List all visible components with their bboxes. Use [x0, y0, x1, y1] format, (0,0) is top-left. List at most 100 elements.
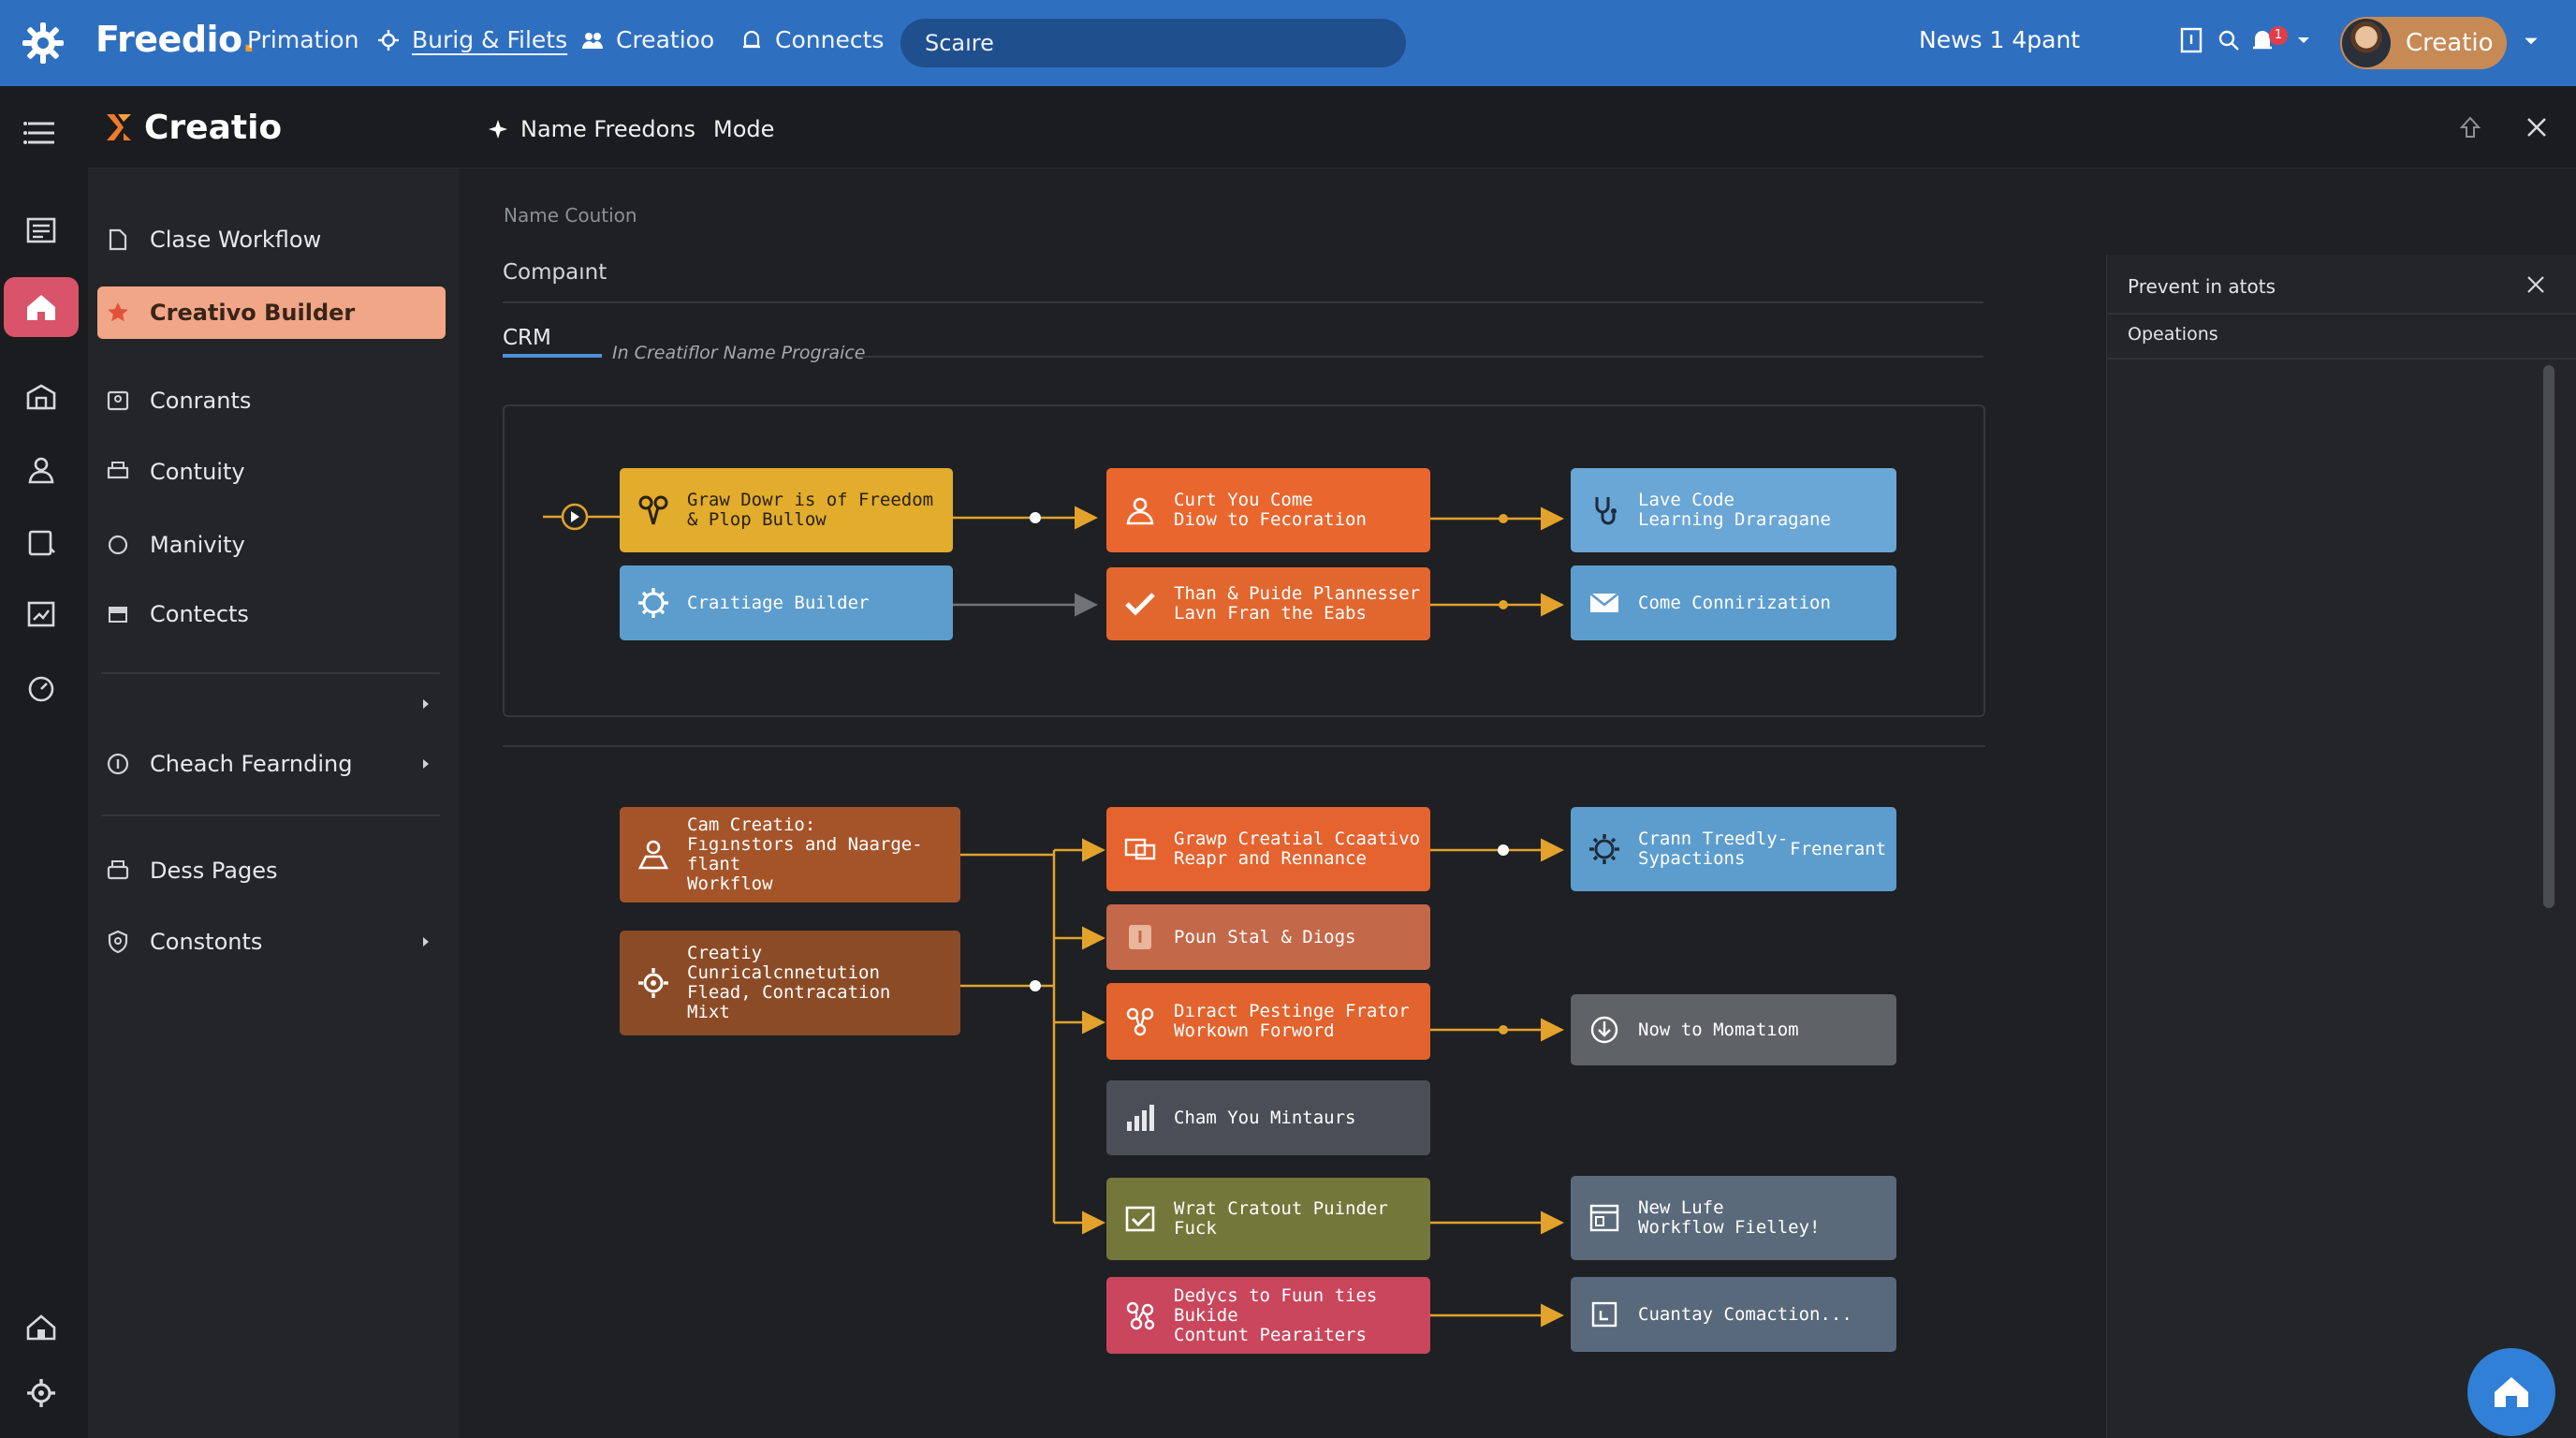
settings-gear-icon[interactable] [22, 1374, 60, 1412]
bell-icon [743, 30, 760, 48]
info-circle-icon [107, 753, 129, 775]
workflow-node-than-puide[interactable]: Than & Puide Plannesser Lavn Fran the Ea… [1106, 567, 1430, 640]
users-icon [582, 32, 603, 49]
workflow-node-graw-dowr[interactable]: Graw Dowr is of Freedom & Plop Bullow [620, 468, 953, 552]
workflow-node-craitiage-builder[interactable]: Craıtiage Builder [620, 565, 953, 640]
news-feed-icon[interactable] [22, 212, 60, 249]
workflow-node-cam-creatio[interactable]: Cam Creatio: Fıgınstors and Naarge-flant… [620, 807, 960, 902]
right-panel: Prevent in atots Opeations [2106, 255, 2576, 1438]
checkbox-icon [1125, 1206, 1155, 1232]
sidebar-divider [101, 814, 440, 816]
sidebar-item-dess-pages[interactable]: Dess Pages [97, 844, 446, 897]
sidebar-item-conrants[interactable]: Conrants [97, 374, 446, 427]
sidebar-item-constonts[interactable]: Constonts [97, 916, 446, 968]
network-icon [1126, 1301, 1155, 1330]
stethoscope-icon [1595, 497, 1617, 525]
chart-board-icon[interactable] [22, 595, 60, 633]
tab-crm[interactable]: CRM [503, 326, 551, 350]
topnav-item-burig-filets[interactable]: Burig & Filets [376, 26, 567, 53]
divider [503, 301, 1983, 303]
workflow-node-grawp-creatial[interactable]: Grawp Creatial Ccaativo Reapr and Rennan… [1106, 807, 1430, 891]
workflow-node-diract-pestinge[interactable]: Dıract Pestinge Frator Workown Forword [1106, 983, 1430, 1060]
section-label[interactable]: Compaınt [503, 260, 607, 285]
form-heading: Name Coution [504, 204, 637, 227]
workflow-node-now-to-momation[interactable]: Now to Momatıom [1571, 994, 1896, 1065]
sidebar-item-clase-workflow[interactable]: Clase Workflow [97, 213, 446, 266]
workflow-node-crann-treedly[interactable]: Crann Treedly- Sypactions Frenerant [1571, 807, 1896, 891]
sidebar-item-creativo-builder[interactable]: Creativo Builder [97, 286, 446, 339]
menu-icon[interactable] [22, 114, 60, 152]
divider [2107, 313, 2576, 315]
notification-badge: 1 [2269, 26, 2288, 45]
gear-icon [378, 29, 399, 51]
sidebar-item-manivity[interactable]: Manivity [97, 519, 446, 571]
user-menu[interactable]: Creatio [2340, 17, 2507, 69]
workflow-node-lave-code[interactable]: Lave Code Learning Draragane [1571, 468, 1896, 552]
tab-mode[interactable]: Mode [713, 116, 774, 142]
close-icon[interactable] [2524, 114, 2550, 140]
chart-icon [1127, 1105, 1154, 1131]
divider [2107, 358, 2576, 360]
user-icon [1126, 497, 1154, 525]
divider [857, 356, 1983, 358]
home-settings-icon[interactable] [22, 1307, 60, 1344]
printer-icon [107, 860, 129, 880]
sidebar-item-cheach-fearnding[interactable]: Cheach Fearnding [97, 738, 446, 790]
workflow-node-creatiy-cunrical[interactable]: Creatiy Cunricalcnnetution Flead, Contra… [620, 931, 960, 1035]
bookmark-icon[interactable] [2177, 26, 2205, 54]
workflow-node-come-connirization[interactable]: Come Connirization [1571, 565, 1896, 640]
sidebar-item-contuity[interactable]: Contuity [97, 446, 446, 498]
star-icon [108, 302, 128, 322]
close-icon[interactable] [2525, 273, 2547, 296]
news-label[interactable]: News 1 4pant [1919, 26, 2080, 53]
workflow-node-cuantay-comaction[interactable]: Cuantay Comaction... [1571, 1277, 1896, 1352]
workflow-node-poun-stal[interactable]: Poun Stal & Diogs [1106, 904, 1430, 970]
gear-icon [638, 588, 668, 618]
topnav-item-creatioo[interactable]: Creatioo [580, 26, 714, 53]
scrollbar[interactable] [2543, 365, 2554, 908]
chevron-down-icon[interactable] [2522, 32, 2540, 51]
workflow-node-new-lufe[interactable]: New Lufe Workflow Fielley! [1571, 1176, 1896, 1260]
caret-right-icon [423, 937, 429, 946]
divider [503, 745, 1985, 747]
pin-icon[interactable] [2456, 114, 2484, 142]
panel-subtitle[interactable]: Opeations [2128, 324, 2218, 345]
page-icon [1589, 1204, 1619, 1232]
creatio-logo-icon[interactable] [103, 110, 137, 144]
topnav-item-connects[interactable]: Connects [739, 26, 884, 53]
search-input[interactable] [900, 19, 1406, 67]
workflow-node-wrat-cratout[interactable]: Wrat Cratout Puinder Fuck [1106, 1178, 1430, 1260]
brand-logo-icon[interactable] [21, 21, 66, 66]
rail-home-button[interactable] [4, 277, 79, 337]
workflow-node-dedycs[interactable]: Dedycs to Fuun ties Bukide Contunt Peara… [1106, 1277, 1430, 1354]
sidebar: Clase Workflow Creativo Builder Conrants… [88, 169, 459, 1438]
workflow-node-cham-you-mintaurs[interactable]: Cham You Mintaurs [1106, 1080, 1430, 1155]
chevron-down-icon[interactable] [2295, 32, 2312, 49]
search-icon[interactable] [2215, 26, 2243, 54]
gear-icon [1589, 834, 1619, 864]
app-name: Creatio [144, 109, 283, 147]
chat-icon [1124, 838, 1156, 860]
tab-name-freedons[interactable]: Name Freedons [487, 116, 695, 142]
home-icon [27, 295, 55, 320]
gauge-icon[interactable] [22, 670, 60, 708]
caret-right-icon [423, 759, 429, 769]
contacts-icon [107, 390, 129, 411]
avatar [2342, 19, 2391, 67]
tablet-icon[interactable] [22, 524, 60, 562]
user-name: Creatio [2406, 29, 2494, 57]
home-fab-button[interactable] [2467, 1348, 2555, 1436]
tab-active-indicator [503, 354, 602, 358]
sidebar-item-collapsed-group[interactable] [97, 678, 446, 730]
icon-rail [0, 86, 88, 1438]
user-icon[interactable] [22, 451, 60, 489]
app-header: Creatio Name Freedons Mode [88, 86, 2576, 169]
doc-icon [1129, 925, 1151, 949]
topnav-item-primation[interactable]: Primation [247, 26, 359, 53]
sidebar-item-contects[interactable]: Contects [97, 588, 446, 640]
building-icon[interactable] [22, 378, 60, 416]
gear-icon [638, 968, 668, 998]
workflow-node-curt-you-come[interactable]: Curt You Come Diow to Fecoration [1106, 468, 1430, 552]
brand-name[interactable]: Freedio. [95, 19, 256, 60]
circle-icon [108, 535, 128, 555]
